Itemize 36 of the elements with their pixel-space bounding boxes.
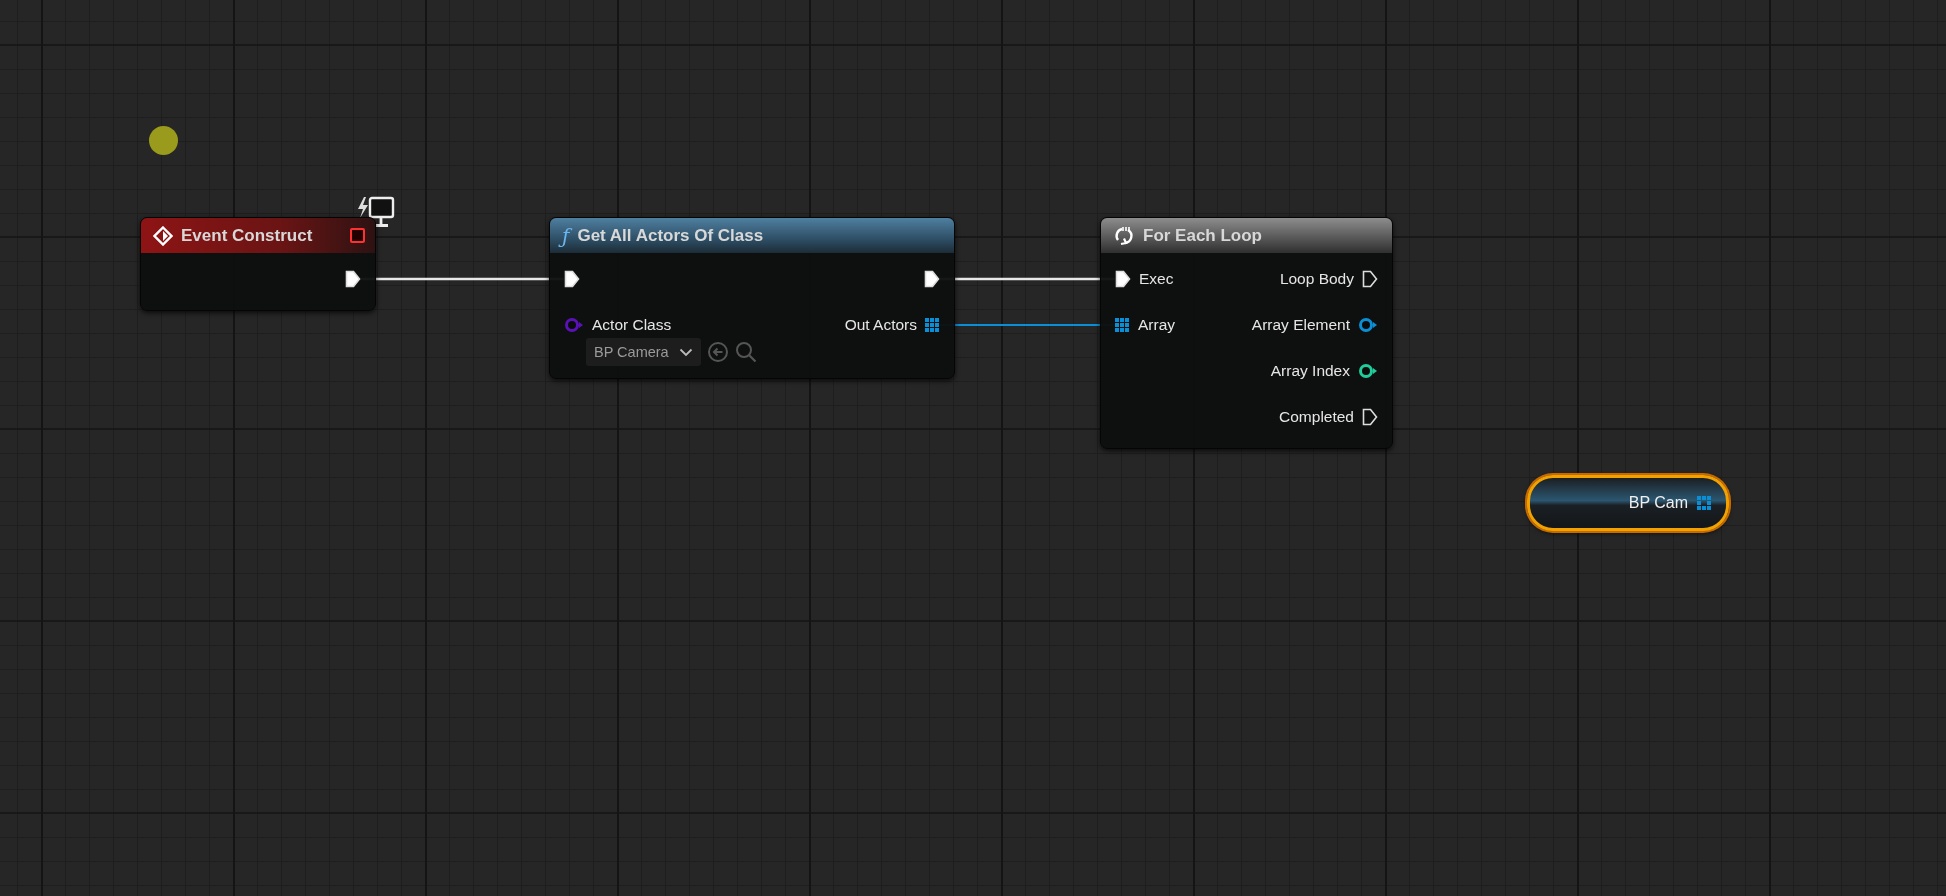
- event-node[interactable]: Event Construct: [140, 217, 376, 311]
- exec-pin-icon[interactable]: [345, 270, 361, 288]
- pin-label: Array Index: [1270, 362, 1350, 380]
- array-pin-icon[interactable]: [1697, 495, 1712, 511]
- pin-label: Actor Class: [592, 316, 672, 334]
- pin-label: Loop Body: [1279, 270, 1354, 288]
- exec-pin-icon[interactable]: [1115, 270, 1131, 288]
- lightning-monitor-icon: [357, 196, 395, 230]
- use-selected-icon[interactable]: [706, 341, 729, 363]
- variable-node[interactable]: BP Cam: [1527, 475, 1729, 531]
- exec-pin-icon[interactable]: [924, 270, 940, 288]
- macro-node[interactable]: For Each Loop Exec Loop Body Array Array Element Array Index Completed: [1100, 217, 1393, 449]
- exec-pin-icon[interactable]: [1362, 270, 1378, 288]
- loop-icon: [1113, 224, 1135, 247]
- pin-label: Out Actors: [844, 316, 917, 334]
- chevron-icon: [678, 347, 693, 357]
- node-title: Get All Actors Of Class: [577, 225, 764, 246]
- array-pin-icon[interactable]: [1115, 317, 1130, 333]
- class-dropdown[interactable]: BP Camera: [586, 338, 701, 366]
- pin-label: Exec: [1139, 270, 1174, 288]
- exec-pin-icon[interactable]: [564, 270, 580, 288]
- node-title: Event Construct: [181, 225, 313, 246]
- data-pin-icon[interactable]: [1358, 363, 1378, 379]
- variable-label: BP Cam: [1628, 494, 1688, 512]
- array-pin-icon[interactable]: [925, 317, 940, 333]
- pin-label: Array Element: [1251, 316, 1350, 334]
- pin-label: Completed: [1279, 408, 1354, 426]
- event-diamond-icon: [153, 225, 173, 246]
- data-pin-icon[interactable]: [1358, 317, 1378, 333]
- status-square-icon: [350, 228, 365, 243]
- pin-label: Array: [1138, 316, 1176, 334]
- marker-dot: [149, 126, 178, 155]
- exec-pin-icon[interactable]: [1362, 408, 1378, 426]
- node-title: For Each Loop: [1143, 225, 1262, 246]
- function-node[interactable]: ƒ Get All Actors Of Class Actor Class BP Camera Out Actors: [549, 217, 955, 379]
- search-icon[interactable]: [734, 341, 757, 363]
